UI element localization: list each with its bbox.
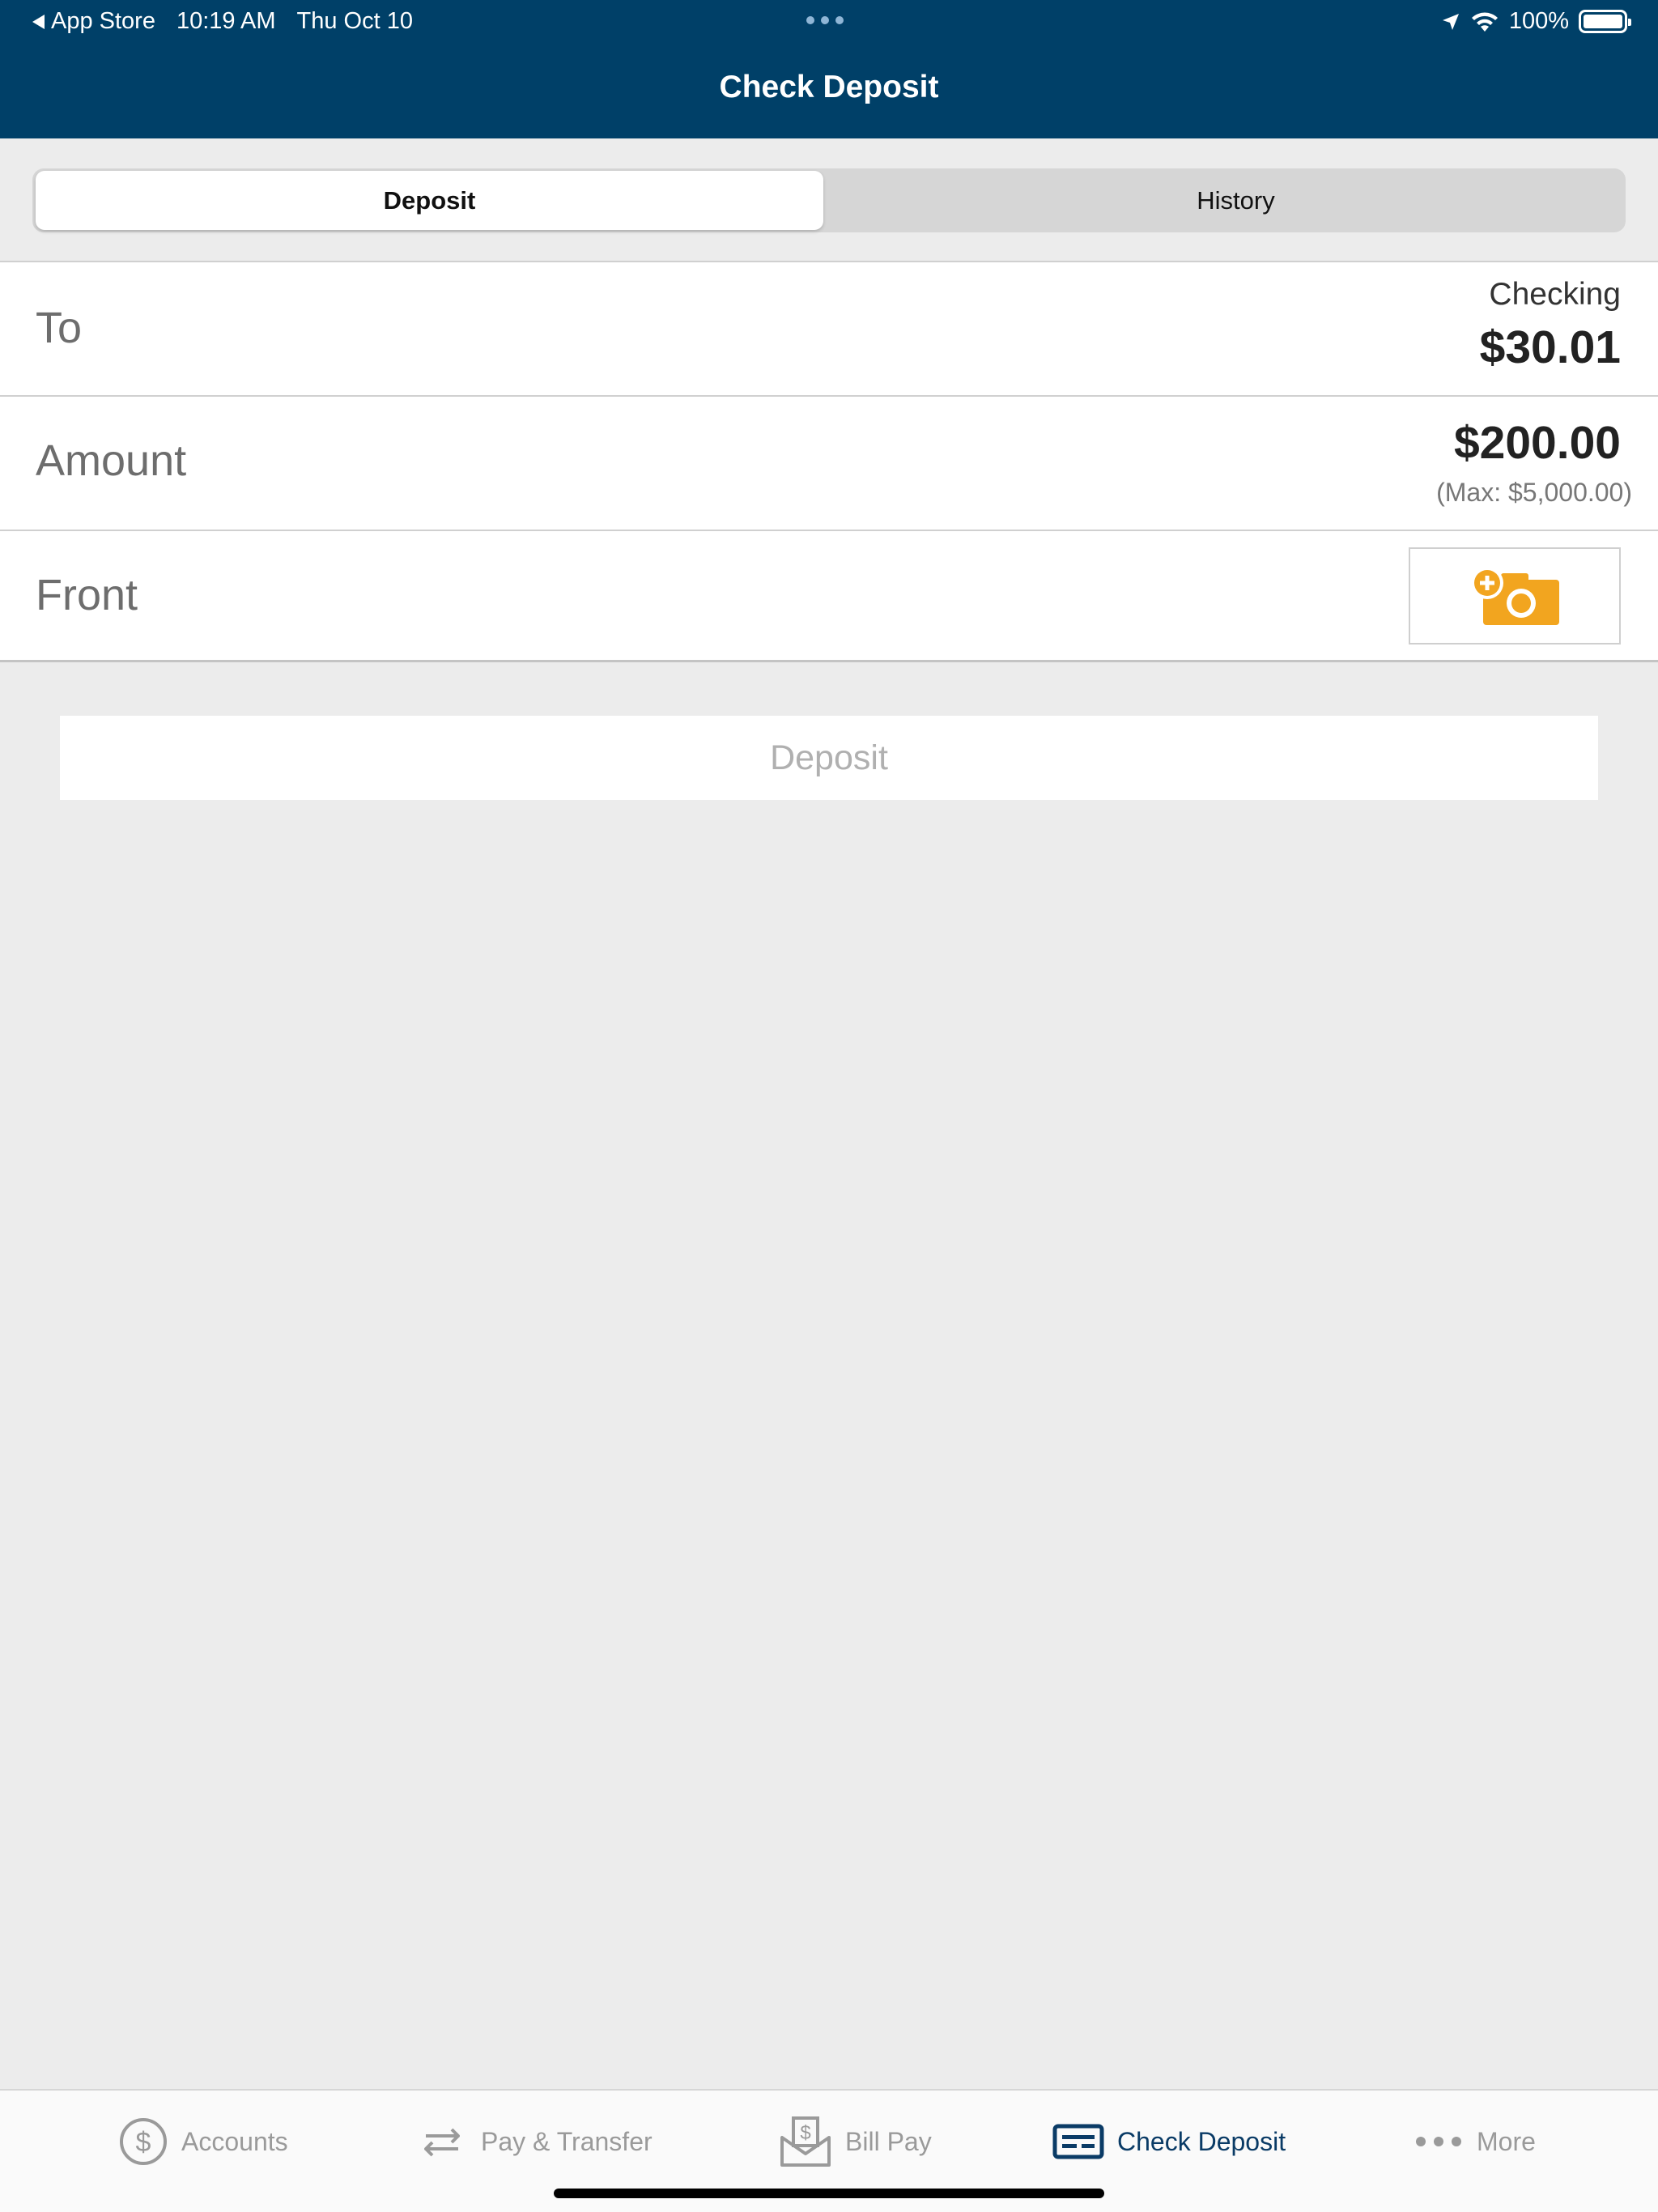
amount-value[interactable]: $200.00 [1454, 416, 1621, 470]
bill-envelope-icon: $ [780, 2116, 831, 2167]
back-triangle-icon [32, 14, 45, 29]
status-date: Thu Oct 10 [296, 8, 413, 34]
amount-label: Amount [36, 436, 187, 485]
amount-row[interactable]: Amount $200.00 (Max: $5,000.00) [0, 397, 1658, 530]
tabbar-item-check-deposit[interactable]: Check Deposit [1052, 2115, 1286, 2168]
dollar-circle-icon: $ [120, 2118, 167, 2165]
status-bar: App Store 10:19 AM Thu Oct 10 100% [0, 0, 1658, 44]
tab-history[interactable]: History [842, 171, 1630, 230]
tabbar-label: Bill Pay [845, 2126, 932, 2156]
to-row[interactable]: To Checking $30.01 [0, 262, 1658, 395]
front-label: Front [36, 571, 138, 619]
svg-text:$: $ [136, 2127, 151, 2158]
to-account-name: Checking [1489, 277, 1621, 312]
status-left[interactable]: App Store 10:19 AM Thu Oct 10 [32, 8, 413, 35]
deposit-button[interactable]: Deposit [60, 716, 1598, 800]
add-camera-icon [1471, 567, 1559, 625]
deposit-form: To Checking $30.01 Amount $200.00 (Max: … [0, 261, 1658, 662]
tabbar-item-pay-transfer[interactable]: Pay & Transfer [416, 2115, 653, 2168]
tabbar-label: Check Deposit [1117, 2126, 1286, 2156]
header: App Store 10:19 AM Thu Oct 10 100% Check… [0, 0, 1658, 138]
wifi-icon [1471, 12, 1498, 32]
segmented-control: Deposit History [32, 168, 1626, 232]
location-arrow-icon [1442, 13, 1459, 30]
tabbar-item-accounts[interactable]: $ Accounts [118, 2115, 288, 2168]
status-right: 100% [1441, 8, 1631, 35]
tabbar-item-more[interactable]: More [1414, 2115, 1536, 2168]
home-indicator[interactable] [554, 2189, 1104, 2198]
front-row: Front [0, 531, 1658, 664]
to-label: To [36, 304, 83, 352]
to-account-balance: $30.01 [1479, 321, 1621, 373]
battery-icon [1579, 10, 1631, 33]
tabbar-label: More [1477, 2126, 1536, 2156]
status-time: 10:19 AM [176, 8, 276, 34]
more-dots-icon [1416, 2137, 1461, 2146]
tab-deposit[interactable]: Deposit [36, 171, 823, 230]
amount-max: (Max: $5,000.00) [1436, 478, 1632, 507]
tabbar-label: Pay & Transfer [481, 2126, 653, 2156]
tabbar-item-bill-pay[interactable]: $ Bill Pay [779, 2115, 932, 2168]
front-capture-button[interactable] [1409, 547, 1621, 644]
svg-text:$: $ [800, 2122, 810, 2144]
page-title: Check Deposit [719, 70, 939, 104]
battery-percent: 100% [1508, 8, 1569, 34]
tabbar-label: Accounts [181, 2126, 288, 2156]
check-card-icon [1052, 2124, 1104, 2159]
multitasking-dots-icon[interactable] [806, 16, 844, 24]
back-app-label[interactable]: App Store [51, 8, 155, 35]
transfer-arrows-icon [424, 2128, 460, 2157]
